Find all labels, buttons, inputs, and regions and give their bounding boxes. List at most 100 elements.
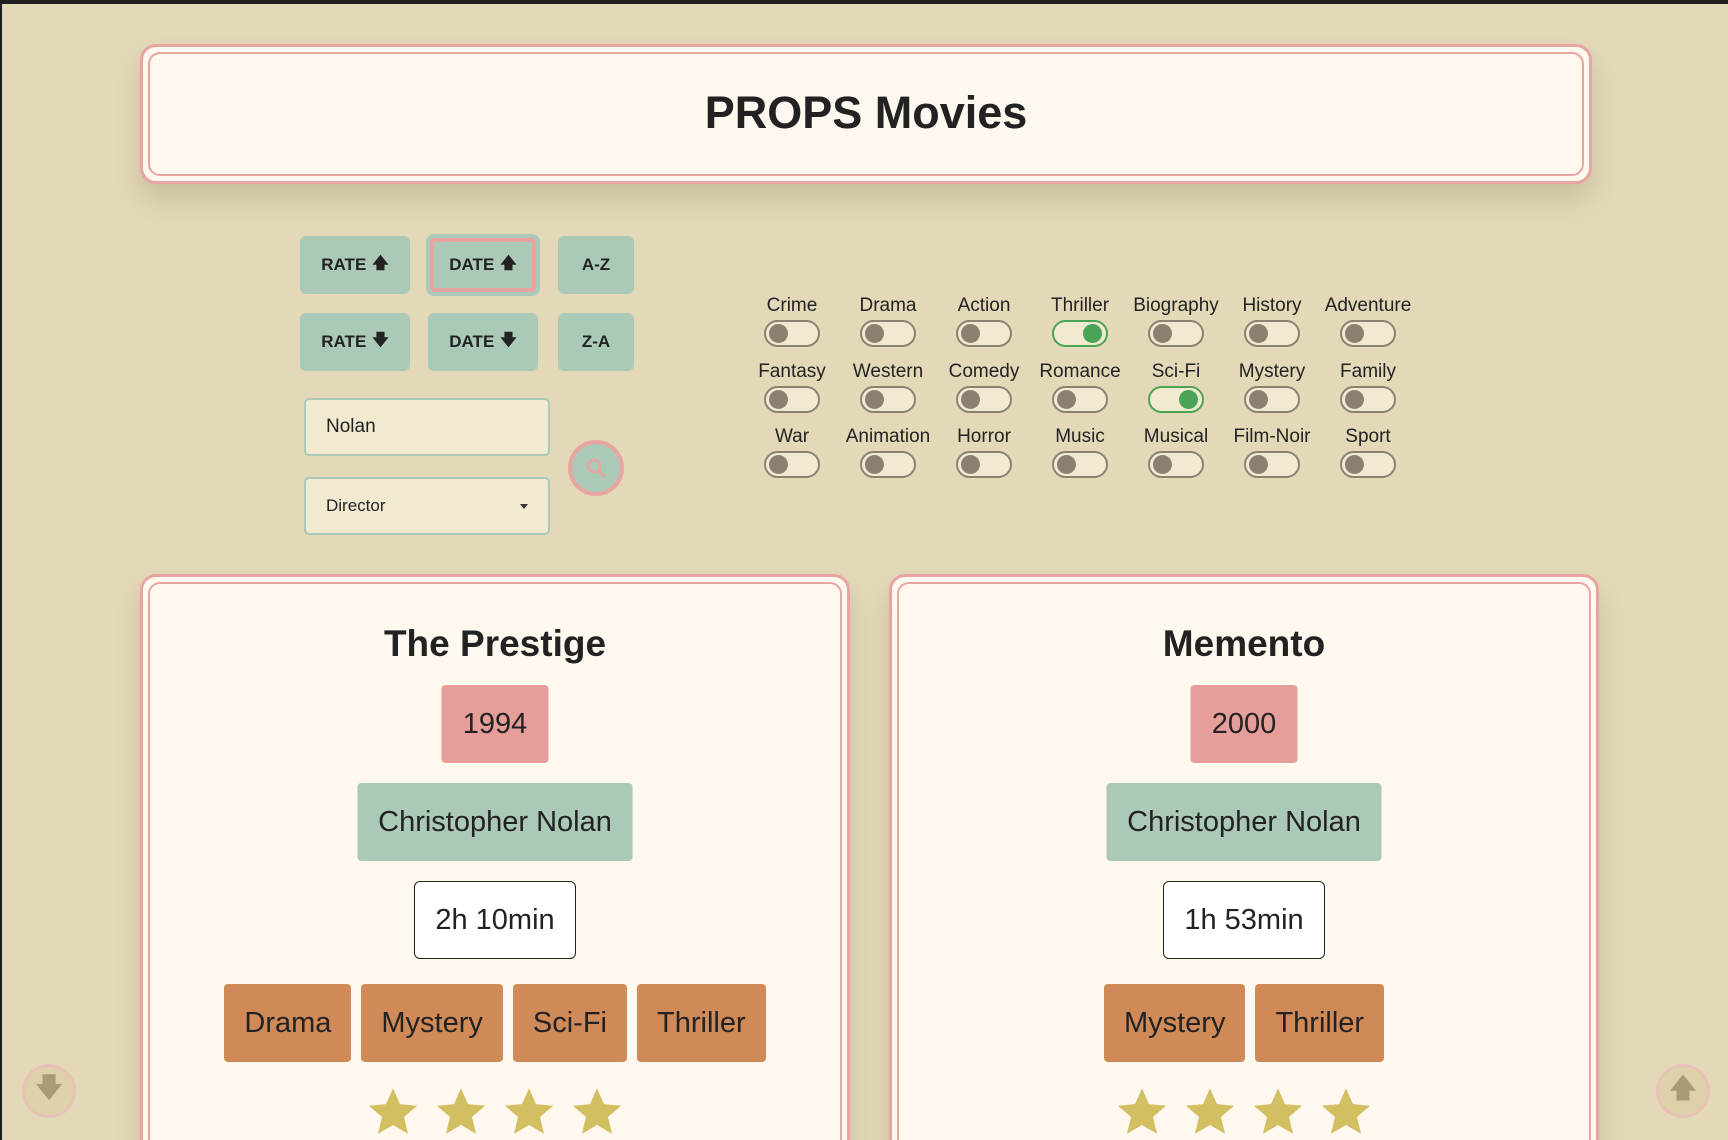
genre-filter-label: Romance	[1039, 361, 1121, 382]
search-input[interactable]	[304, 398, 550, 456]
genre-filter-item: History	[1224, 294, 1320, 347]
genre-filter-label: Music	[1055, 426, 1105, 447]
genre-tag: Sci-Fi	[512, 984, 627, 1062]
genre-filter-item: Western	[840, 360, 936, 413]
genre-toggle[interactable]	[764, 451, 820, 478]
movie-director: Christopher Nolan	[1106, 783, 1382, 861]
genre-filter-label: Mystery	[1238, 361, 1306, 382]
genre-toggle[interactable]	[1052, 320, 1108, 347]
toggle-knob	[1179, 390, 1198, 409]
movie-card: The Prestige 1994 Christopher Nolan 2h 1…	[140, 574, 850, 1140]
sort-date-asc-label: DATE	[449, 255, 495, 274]
star-icon	[1321, 1088, 1371, 1134]
sort-az-label: A-Z	[581, 255, 611, 274]
movie-rating	[892, 1085, 1596, 1139]
genre-filter-item: Mystery	[1224, 360, 1320, 413]
genre-toggle[interactable]	[764, 320, 820, 347]
star-icon	[1253, 1088, 1303, 1134]
movie-title: The Prestige	[383, 623, 607, 664]
toggle-knob	[865, 324, 884, 343]
genre-toggle[interactable]	[956, 451, 1012, 478]
sort-za-label: Z-A	[581, 332, 611, 351]
genre-filter-label: Thriller	[1050, 295, 1110, 316]
toggle-knob	[1153, 455, 1172, 474]
genre-filter-label: Horror	[957, 426, 1011, 447]
genre-filter-label: Crime	[766, 295, 818, 316]
search-icon	[586, 458, 606, 478]
genre-toggle[interactable]	[1052, 451, 1108, 478]
genre-toggle[interactable]	[956, 386, 1012, 413]
toggle-knob	[1345, 455, 1364, 474]
toggle-knob	[961, 324, 980, 343]
page-title: PROPS Movies	[704, 87, 1028, 138]
movie-director: Christopher Nolan	[357, 783, 633, 861]
genre-filter-label: War	[774, 426, 810, 447]
genre-filter-item: Adventure	[1320, 294, 1416, 347]
search-field-select[interactable]: Director	[304, 477, 550, 535]
search-button[interactable]	[568, 440, 624, 496]
toggle-knob	[1345, 324, 1364, 343]
genre-filter-item: Animation	[840, 425, 936, 478]
toggle-knob	[1249, 455, 1268, 474]
sort-rate-asc-label: RATE	[321, 255, 367, 274]
genre-tag: Mystery	[1103, 984, 1246, 1062]
sort-za-button[interactable]: Z-A	[558, 313, 634, 371]
arrow-down-icon: 🡇	[500, 331, 517, 349]
genre-toggle[interactable]	[1244, 386, 1300, 413]
sort-az-button[interactable]: A-Z	[558, 236, 634, 294]
genre-toggle[interactable]	[1148, 320, 1204, 347]
arrow-up-icon: 🡅	[372, 254, 389, 272]
genre-tag: Thriller	[637, 984, 766, 1062]
toggle-knob	[1249, 390, 1268, 409]
arrow-down-icon: 🡇	[372, 331, 389, 349]
genre-filter-item: Musical	[1128, 425, 1224, 478]
sort-date-desc-button[interactable]: DATE 🡇	[428, 313, 538, 371]
genre-filter-label: Animation	[845, 426, 931, 447]
genre-filter-label: Fantasy	[758, 361, 826, 382]
star-icon	[1185, 1088, 1235, 1134]
genre-tag: Mystery	[361, 984, 503, 1062]
genre-toggle[interactable]	[1148, 386, 1204, 413]
genre-toggle[interactable]	[1052, 386, 1108, 413]
scroll-down-button[interactable]: 🡇	[22, 1064, 76, 1118]
genre-filter-label: Family	[1340, 361, 1396, 382]
sort-rate-asc-button[interactable]: RATE 🡅	[300, 236, 410, 294]
genre-toggle[interactable]	[764, 386, 820, 413]
genre-toggle[interactable]	[860, 320, 916, 347]
genre-filter-label: Sport	[1345, 426, 1391, 447]
genre-filter-item: Action	[936, 294, 1032, 347]
genre-toggle[interactable]	[860, 386, 916, 413]
sort-rate-desc-label: RATE	[321, 332, 367, 351]
genre-filter-label: History	[1242, 295, 1302, 316]
sort-rate-desc-button[interactable]: RATE 🡇	[300, 313, 410, 371]
toggle-knob	[769, 324, 788, 343]
arrow-up-icon: 🡅	[1668, 1072, 1698, 1103]
genre-toggle[interactable]	[860, 451, 916, 478]
movie-genres: Mystery Thriller	[892, 984, 1596, 1062]
genre-toggle[interactable]	[1244, 451, 1300, 478]
genre-filter-label: Film-Noir	[1233, 426, 1311, 447]
search-field-selected: Director	[326, 496, 386, 515]
genre-toggle[interactable]	[956, 320, 1012, 347]
genre-toggle[interactable]	[1148, 451, 1204, 478]
genre-toggle[interactable]	[1244, 320, 1300, 347]
genre-toggle[interactable]	[1340, 386, 1396, 413]
genre-filter-item: Sci-Fi	[1128, 360, 1224, 413]
toggle-knob	[1057, 390, 1076, 409]
genre-filter-item: War	[744, 425, 840, 478]
genre-filter-item: Crime	[744, 294, 840, 347]
toggle-knob	[1057, 455, 1076, 474]
genre-filter-label: Musical	[1143, 426, 1209, 447]
scroll-up-button[interactable]: 🡅	[1656, 1064, 1710, 1118]
star-icon	[368, 1088, 418, 1134]
star-icon	[436, 1088, 486, 1134]
toggle-knob	[961, 455, 980, 474]
genre-filter-label: Adventure	[1324, 295, 1412, 316]
arrow-up-icon: 🡅	[500, 254, 517, 272]
genre-toggle[interactable]	[1340, 451, 1396, 478]
sort-date-asc-button[interactable]: DATE 🡅	[428, 236, 538, 294]
header-card: PROPS Movies	[140, 44, 1592, 184]
genre-toggle[interactable]	[1340, 320, 1396, 347]
toggle-knob	[769, 455, 788, 474]
movie-rating	[143, 1085, 847, 1139]
